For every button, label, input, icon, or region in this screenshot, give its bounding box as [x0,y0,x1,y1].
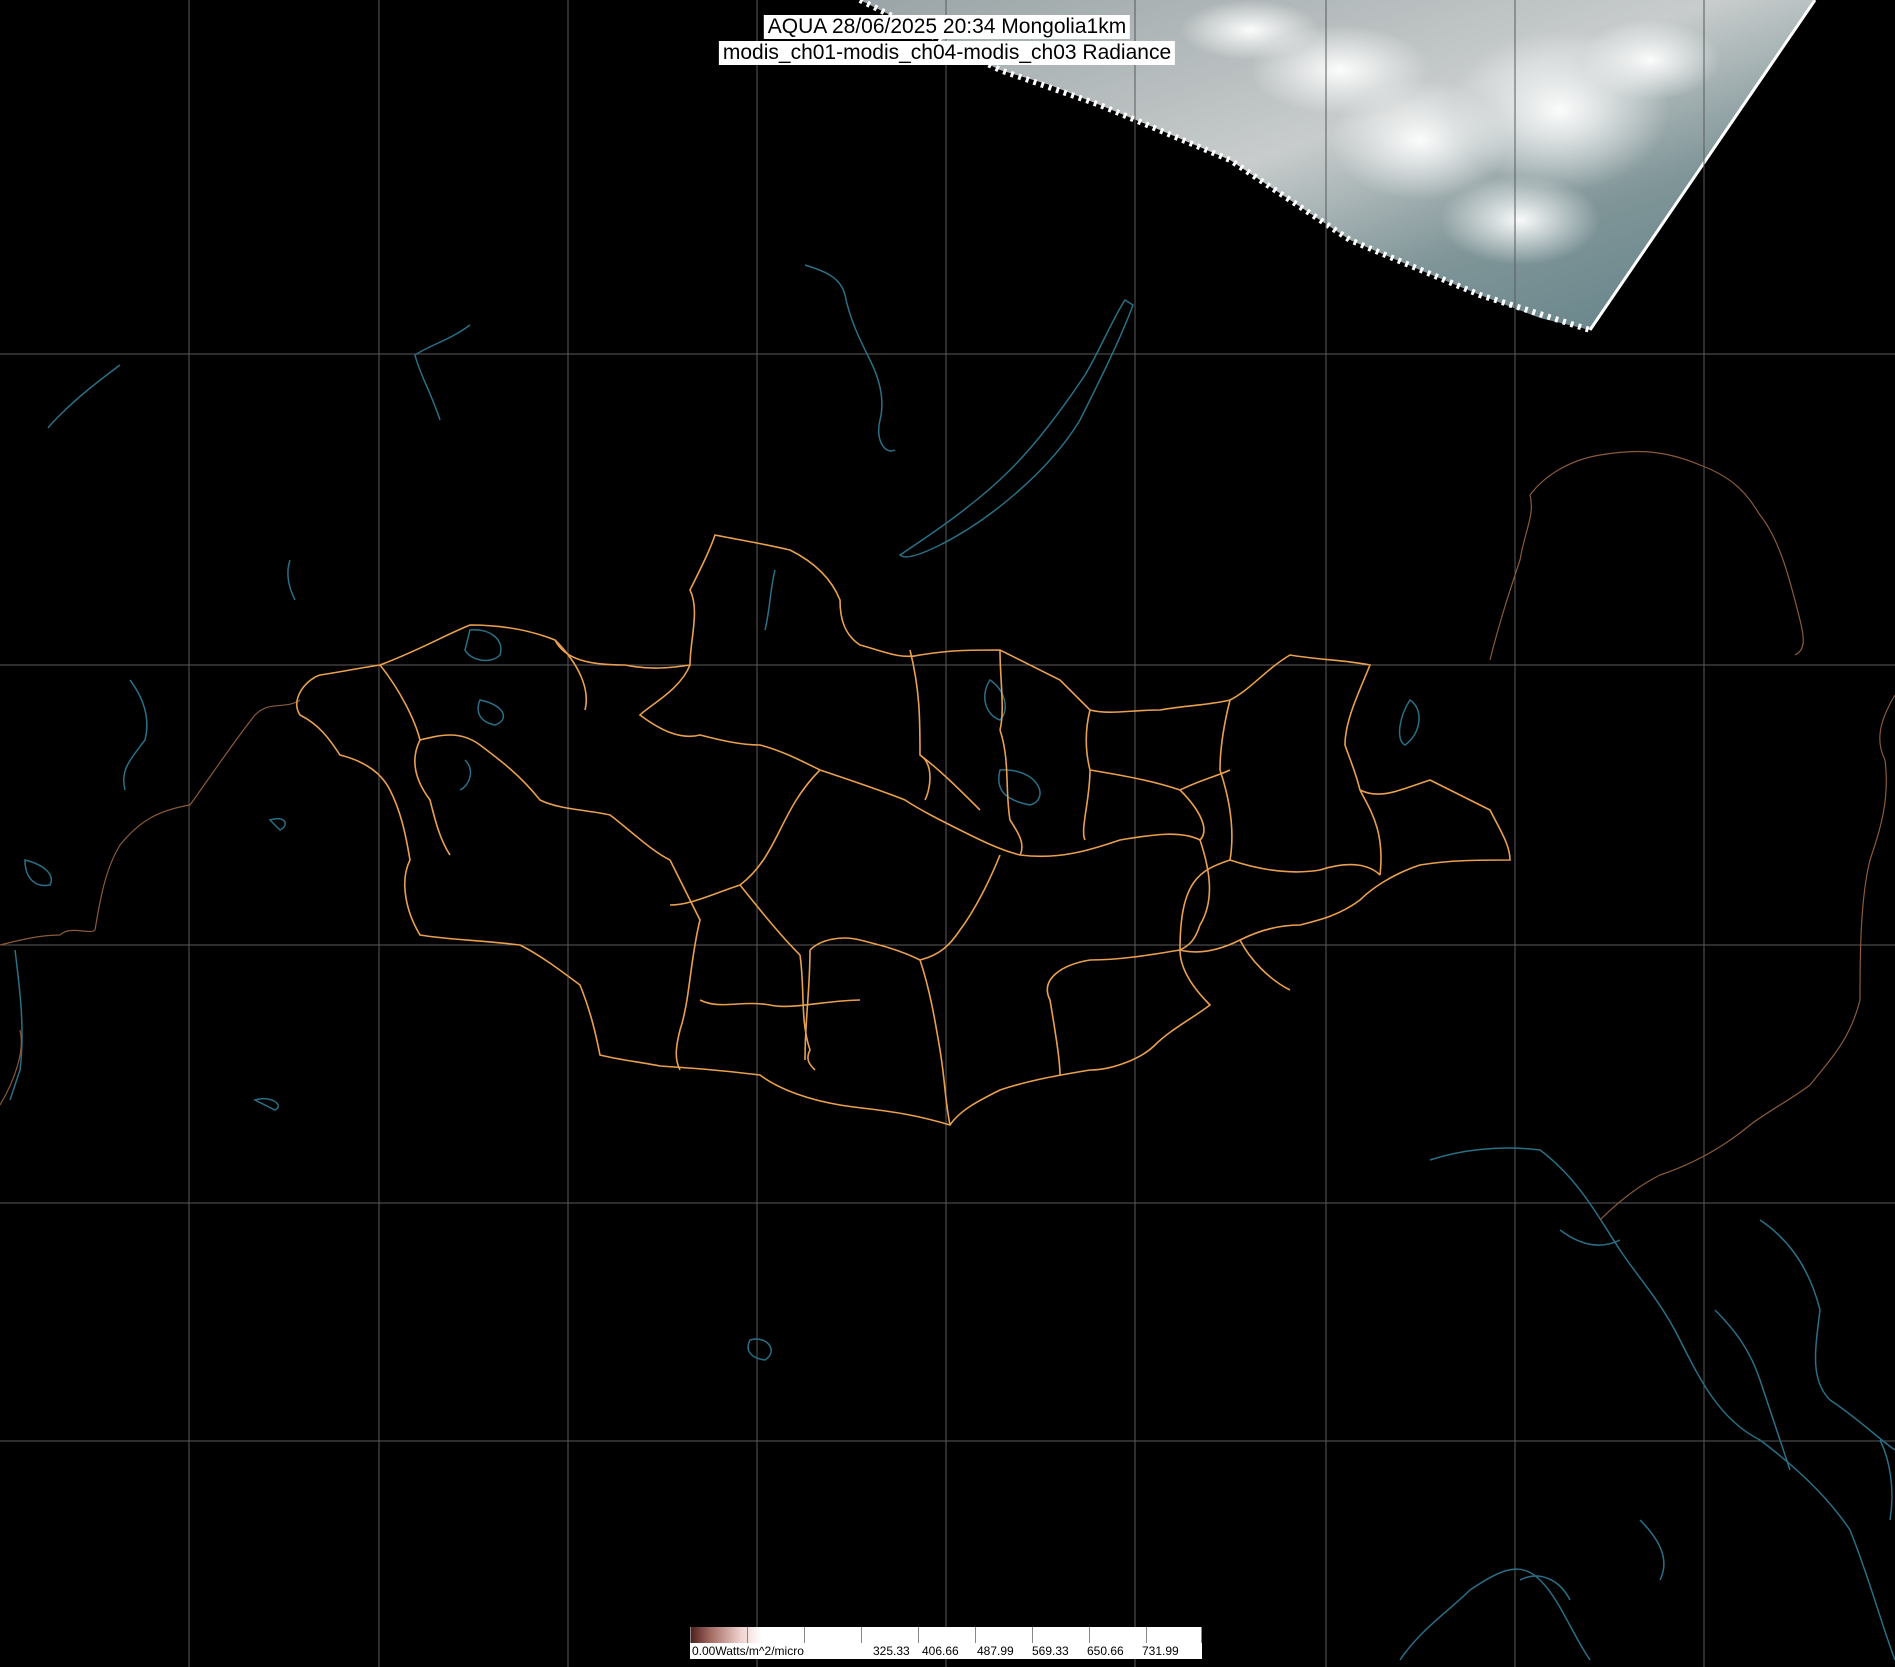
colorbar-tick [804,1627,805,1643]
colorbar-tick [861,1627,862,1643]
mongolia-province-borders [296,534,1511,1126]
colorbar-tick [690,1627,691,1643]
colorbar-tick-label: 487.99 [977,1644,1014,1658]
colorbar-tick [1089,1627,1090,1643]
colorbar-tick [1201,1627,1202,1643]
map-viewer[interactable]: AQUA 28/06/2025 20:34 Mongolia1km modis_… [0,0,1895,1667]
map-title: AQUA 28/06/2025 20:34 Mongolia1km [763,15,1131,39]
colorbar-legend: 0.00Watts/m^2/micro 325.33 406.66 487.99… [690,1627,1202,1667]
colorbar-ticks [690,1627,1202,1643]
colorbar-tick [918,1627,919,1643]
colorbar-unit-label: 0.00Watts/m^2/micro [692,1644,804,1658]
colorbar-tick [1146,1627,1147,1643]
coastlines-lakes [9,264,1895,1661]
colorbar-tick-label: 569.33 [1032,1644,1069,1658]
map-subtitle: modis_ch01-modis_ch04-modis_ch03 Radianc… [718,41,1176,65]
colorbar-labels: 0.00Watts/m^2/micro 325.33 406.66 487.99… [690,1643,1202,1659]
colorbar-tick-label: 650.66 [1087,1644,1124,1658]
colorbar-tick-label: 731.99 [1142,1644,1179,1658]
colorbar-tick-label: 325.33 [873,1644,910,1658]
map-canvas[interactable] [0,0,1895,1667]
colorbar-tick [747,1627,748,1643]
korea-peninsula-coast [1519,1309,1791,1601]
colorbar-tick [1032,1627,1033,1643]
colorbar-tick-label: 406.66 [922,1644,959,1658]
colorbar-tick [975,1627,976,1643]
